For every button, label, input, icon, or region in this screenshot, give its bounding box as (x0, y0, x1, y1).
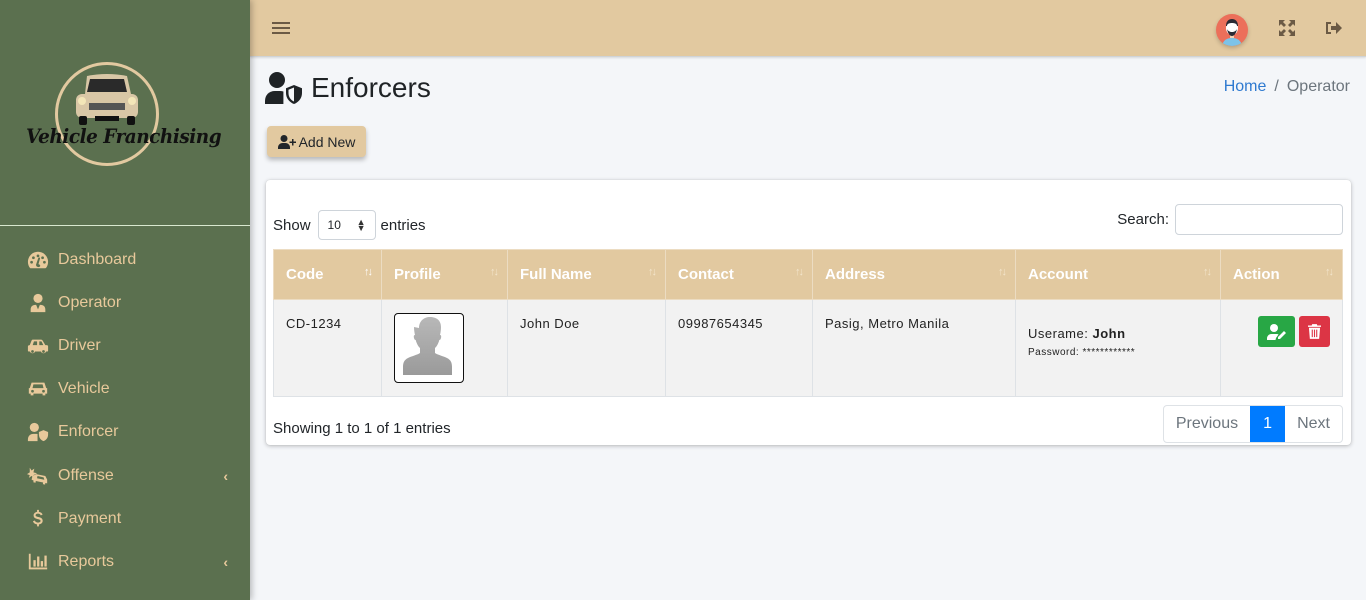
trash-icon (1308, 324, 1321, 339)
add-new-button[interactable]: Add New (267, 126, 366, 157)
search-input[interactable] (1175, 204, 1343, 235)
sidebar-item-label: Reports (58, 552, 115, 570)
table-row: CD-1234 John Doe 09987654345 Pasig, Metr… (273, 299, 1343, 397)
top-navbar (250, 0, 1366, 57)
sort-icon: ↑↓ (1203, 266, 1212, 278)
next-page-button[interactable]: Next (1285, 406, 1342, 442)
sort-icon: ↑↓ (490, 266, 499, 278)
sidebar-item-driver[interactable]: Driver (0, 324, 250, 367)
chevron-left-icon: ‹ (223, 553, 228, 570)
column-header-full-name[interactable]: Full Name ↑↓ (507, 249, 666, 300)
column-header-action[interactable]: Action ↑↓ (1220, 249, 1343, 300)
fullscreen-button[interactable] (1278, 19, 1296, 37)
account-password: Password: ************ (1028, 347, 1136, 358)
car-icon (26, 379, 50, 399)
user-tie-icon (26, 293, 50, 313)
page-title: Enforcers (265, 72, 431, 104)
sidebar-item-dashboard[interactable]: Dashboard (0, 238, 250, 281)
cell-contact: 09987654345 (665, 299, 813, 397)
breadcrumb: Home / Operator (1224, 78, 1350, 96)
account-username: Userame: John (1028, 326, 1126, 341)
sidebar-item-label: Dashboard (58, 250, 137, 268)
username-value: John (1092, 326, 1126, 341)
user-avatar[interactable] (1216, 14, 1248, 46)
enforcers-card: Show 10 ▲ ▼ entries Search: Code ↑↓ Profil… (266, 180, 1351, 445)
page-title-text: Enforcers (311, 72, 431, 103)
sidebar-item-offense[interactable]: Offense ‹ (0, 454, 250, 497)
dollar-sign-icon (26, 509, 50, 529)
cell-profile (381, 299, 508, 397)
sidebar-item-operator[interactable]: Operator (0, 281, 250, 324)
expand-arrows-icon (1279, 20, 1295, 36)
cell-address: Pasig, Metro Manila (812, 299, 1016, 397)
cell-code: CD-1234 (273, 299, 382, 397)
user-shield-icon (26, 422, 50, 442)
logout-button[interactable] (1324, 19, 1342, 37)
sort-icon: ↑↓ (795, 266, 804, 278)
sort-icon: ↑↓ (1325, 266, 1334, 278)
sidebar-item-label: Driver (58, 336, 101, 354)
user-shield-icon (265, 72, 302, 104)
previous-page-button[interactable]: Previous (1164, 406, 1250, 442)
add-new-label: Add New (298, 133, 356, 150)
sidebar-item-label: Enforcer (58, 423, 119, 441)
show-label: Show (273, 216, 311, 234)
search-control: Search: (1117, 204, 1343, 235)
car-logo-icon (76, 74, 138, 125)
menu-toggle-button[interactable] (272, 19, 290, 37)
user-plus-icon (277, 134, 296, 149)
cell-full-name: John Doe (507, 299, 666, 397)
sidebar-item-label: Offense (58, 466, 114, 484)
brand-logo[interactable]: Vehicle Franchising (0, 0, 250, 226)
sidebar-item-label: Payment (58, 509, 122, 527)
sort-icon: ↑↓ (998, 266, 1007, 278)
sidebar-item-label: Vehicle (58, 380, 110, 398)
car-crash-icon (26, 466, 50, 486)
car-side-icon (26, 336, 50, 356)
chart-bar-icon (26, 552, 50, 572)
tachometer-icon (26, 250, 50, 270)
column-header-contact[interactable]: Contact ↑↓ (665, 249, 813, 300)
cell-account: Userame: John Password: ************ (1015, 299, 1221, 397)
cell-action (1220, 299, 1343, 397)
page-length-control: Show 10 ▲ ▼ entries (273, 210, 426, 240)
breadcrumb-home-link[interactable]: Home (1224, 78, 1267, 96)
column-header-account[interactable]: Account ↑↓ (1015, 249, 1221, 300)
sidebar-item-label: Operator (58, 293, 122, 311)
delete-button[interactable] (1299, 316, 1330, 347)
table-info: Showing 1 to 1 of 1 entries (273, 420, 451, 437)
password-value: ************ (1082, 347, 1136, 358)
enforcers-table: Code ↑↓ Profile ↑↓ Full Name ↑↓ Contact ↑↓ A… (273, 249, 1343, 397)
column-header-profile[interactable]: Profile ↑↓ (381, 249, 508, 300)
brand-name: Vehicle Franchising (26, 124, 222, 148)
entries-label: entries (380, 216, 426, 234)
sidebar-item-payment[interactable]: Payment (0, 497, 250, 540)
user-avatar-icon (1222, 19, 1242, 46)
user-edit-icon (1266, 323, 1286, 340)
chevron-left-icon: ‹ (223, 467, 228, 484)
page-1-button[interactable]: 1 (1250, 406, 1286, 442)
edit-button[interactable] (1258, 316, 1295, 347)
sign-out-icon (1326, 22, 1342, 34)
sort-icon: ↑↓ (364, 266, 373, 278)
pagination: Previous 1 Next (1162, 405, 1343, 443)
column-header-address[interactable]: Address ↑↓ (812, 249, 1016, 300)
page-length-value: 10 (327, 218, 341, 232)
profile-image[interactable] (394, 313, 464, 383)
sidebar-nav: Dashboard Operator Driver Vehicle Enforc… (0, 226, 250, 584)
default-avatar-icon (403, 317, 452, 375)
breadcrumb-separator: / (1274, 78, 1279, 95)
sidebar-item-enforcer[interactable]: Enforcer (0, 411, 250, 454)
sidebar-item-reports[interactable]: Reports ‹ (0, 540, 250, 583)
bars-icon (272, 22, 290, 24)
column-header-code[interactable]: Code ↑↓ (273, 249, 382, 300)
breadcrumb-current: Operator (1286, 78, 1350, 95)
sidebar-item-vehicle[interactable]: Vehicle (0, 368, 250, 411)
page-length-select[interactable]: 10 ▲ ▼ (317, 210, 376, 240)
table-header-row: Code ↑↓ Profile ↑↓ Full Name ↑↓ Contact ↑↓ A… (273, 249, 1343, 300)
select-caret-icon: ▲ ▼ (356, 217, 366, 233)
sort-icon: ↑↓ (648, 266, 657, 278)
sidebar: Vehicle Franchising Dashboard Operator D… (0, 0, 250, 600)
search-label: Search: (1117, 211, 1169, 228)
